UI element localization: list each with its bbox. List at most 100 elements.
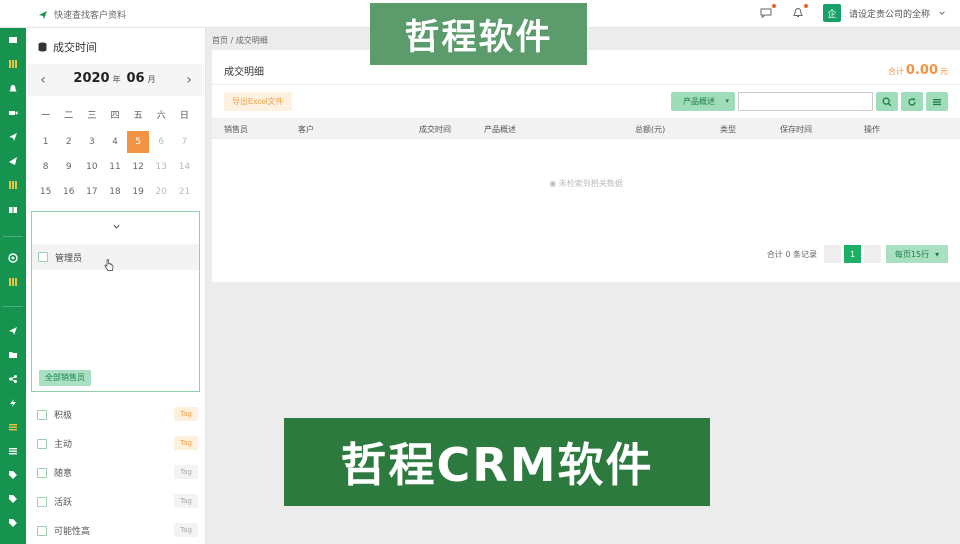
quick-search-link[interactable]: 快速查找客户资料 xyxy=(38,8,126,21)
tag-checkbox[interactable] xyxy=(37,496,47,507)
tag-filter-item[interactable]: 积极 Tag xyxy=(26,400,206,429)
tag-filter-item[interactable]: 随意 Tag xyxy=(26,458,206,487)
nav-target-icon[interactable] xyxy=(0,247,26,269)
calendar-day[interactable]: 12 xyxy=(127,154,150,179)
collapse-chevron-icon[interactable] xyxy=(110,220,122,232)
calendar-day[interactable]: 11 xyxy=(103,154,126,179)
company-avatar: 企 xyxy=(822,4,841,22)
tag-badge: Tag xyxy=(174,436,198,450)
nav-tags-icon[interactable] xyxy=(0,488,26,510)
day-number: 7 xyxy=(181,136,188,147)
month-unit: 月 xyxy=(147,75,156,84)
day-number: 4 xyxy=(112,136,118,147)
column-header[interactable]: 保存时间 xyxy=(780,124,812,135)
nav-grid-icon[interactable] xyxy=(0,199,26,221)
nav-bars-icon[interactable] xyxy=(0,174,26,196)
calendar-day[interactable]: 4 xyxy=(103,129,126,154)
column-header[interactable]: 操作 xyxy=(864,124,880,135)
calendar-day[interactable]: 19 xyxy=(127,179,150,204)
nav-paper-plane-icon[interactable] xyxy=(0,320,26,342)
tag-checkbox[interactable] xyxy=(37,467,47,478)
calendar-day[interactable]: 18 xyxy=(103,179,126,204)
tag-badge: Tag xyxy=(174,465,198,479)
calendar-day[interactable]: 16 xyxy=(57,179,80,204)
nav-tag-icon[interactable] xyxy=(0,464,26,486)
tag-filter-item[interactable]: 可能性高 Tag xyxy=(26,516,206,544)
calendar-day[interactable]: 1 xyxy=(34,129,57,154)
search-icon xyxy=(882,97,892,106)
watermark-top: 哲程软件 xyxy=(370,3,587,65)
calendar-day[interactable]: 6 xyxy=(150,129,173,154)
nav-send-icon[interactable] xyxy=(0,126,26,148)
calendar-day[interactable]: 3 xyxy=(80,129,103,154)
per-page-select[interactable]: 每页15行 ▾ xyxy=(886,245,948,263)
refresh-button[interactable] xyxy=(901,92,923,111)
column-header[interactable]: 类型 xyxy=(720,124,736,135)
salesperson-checkbox[interactable] xyxy=(38,252,48,262)
calendar-day[interactable]: 7 xyxy=(173,129,196,154)
next-month-button[interactable]: › xyxy=(182,72,196,88)
day-number: 2 xyxy=(65,136,72,147)
nav-list-icon[interactable] xyxy=(0,440,26,462)
nav-list-yellow-icon[interactable] xyxy=(0,416,26,438)
nav-stats-icon[interactable] xyxy=(0,271,26,293)
weekday-header: 一二三四五六日 xyxy=(34,108,196,124)
day-number: 11 xyxy=(109,161,121,172)
nav-dashboard-icon[interactable] xyxy=(0,29,26,51)
pagination: 合计 0 条记录 1 每页15行 ▾ xyxy=(767,245,948,263)
message-dot xyxy=(771,4,776,8)
column-header[interactable]: 产品概述 xyxy=(484,124,516,135)
all-salespeople-button[interactable]: 全部销售员 xyxy=(39,370,91,386)
calendar-day[interactable]: 13 xyxy=(150,154,173,179)
calendar-day[interactable]: 20 xyxy=(150,179,173,204)
calendar-day[interactable]: 17 xyxy=(80,179,103,204)
column-header[interactable]: 成交时间 xyxy=(419,124,451,135)
calendar-day-selected[interactable]: 5 xyxy=(127,129,150,154)
tag-checkbox[interactable] xyxy=(37,525,47,536)
search-input[interactable] xyxy=(738,92,873,111)
nav-columns-icon[interactable] xyxy=(0,53,26,75)
search-button[interactable] xyxy=(876,92,898,111)
tag-filter-item[interactable]: 主动 Tag xyxy=(26,429,206,458)
page-button-current[interactable]: 1 xyxy=(844,245,861,263)
nav-bell-icon[interactable] xyxy=(0,78,26,100)
calendar-day[interactable]: 14 xyxy=(173,154,196,179)
notification-dot xyxy=(803,4,808,8)
column-header[interactable]: 客户 xyxy=(298,124,314,135)
tag-filter-item[interactable]: 活跃 Tag xyxy=(26,487,206,516)
calendar-panel: 成交时间 ‹ 2020 年 06 月 › 一二三四五六日 1 2 3 4 5 6 7 8 9 10 11… xyxy=(26,28,206,544)
notification-bell-icon[interactable] xyxy=(791,4,808,20)
month-value: 06 xyxy=(126,71,145,86)
day-number: 21 xyxy=(178,186,191,197)
column-header[interactable]: 销售员 xyxy=(224,124,248,135)
total-prefix: 合计 xyxy=(887,67,904,76)
nav-plane-icon[interactable] xyxy=(0,150,26,172)
export-excel-button[interactable]: 导出Excel文件 xyxy=(224,92,292,111)
tag-label: 可能性高 xyxy=(54,527,91,537)
tag-label: 活跃 xyxy=(54,498,73,508)
breadcrumb[interactable]: 首页 / 成交明细 xyxy=(212,35,268,46)
message-icon[interactable] xyxy=(759,4,776,20)
calendar-day[interactable]: 8 xyxy=(34,154,57,179)
column-settings-button[interactable] xyxy=(926,92,948,111)
prev-page-button[interactable] xyxy=(824,245,841,263)
column-header[interactable]: 总额(元) xyxy=(635,124,665,135)
calendar-day[interactable]: 9 xyxy=(57,154,80,179)
calendar-day[interactable]: 2 xyxy=(57,129,80,154)
salesperson-item[interactable]: 管理员 xyxy=(32,244,199,270)
tag-checkbox[interactable] xyxy=(37,438,47,449)
product-summary-select[interactable]: 产品概述 ▾ xyxy=(671,92,735,111)
company-menu[interactable]: 企 请设定贵公司的全称 xyxy=(822,4,946,22)
calendar-day[interactable]: 10 xyxy=(80,154,103,179)
nav-folder-icon[interactable] xyxy=(0,344,26,366)
nav-bolt-icon[interactable] xyxy=(0,392,26,414)
next-page-button[interactable] xyxy=(864,245,881,263)
nav-label-icon[interactable] xyxy=(0,512,26,534)
calendar-day[interactable]: 21 xyxy=(173,179,196,204)
day-number: 16 xyxy=(62,186,75,197)
calendar-day[interactable]: 15 xyxy=(34,179,57,204)
tag-checkbox[interactable] xyxy=(37,409,47,420)
empty-state: ◉ 未检索到相关数据 xyxy=(212,178,960,189)
nav-video-icon[interactable] xyxy=(0,102,26,124)
nav-share-icon[interactable] xyxy=(0,368,26,390)
